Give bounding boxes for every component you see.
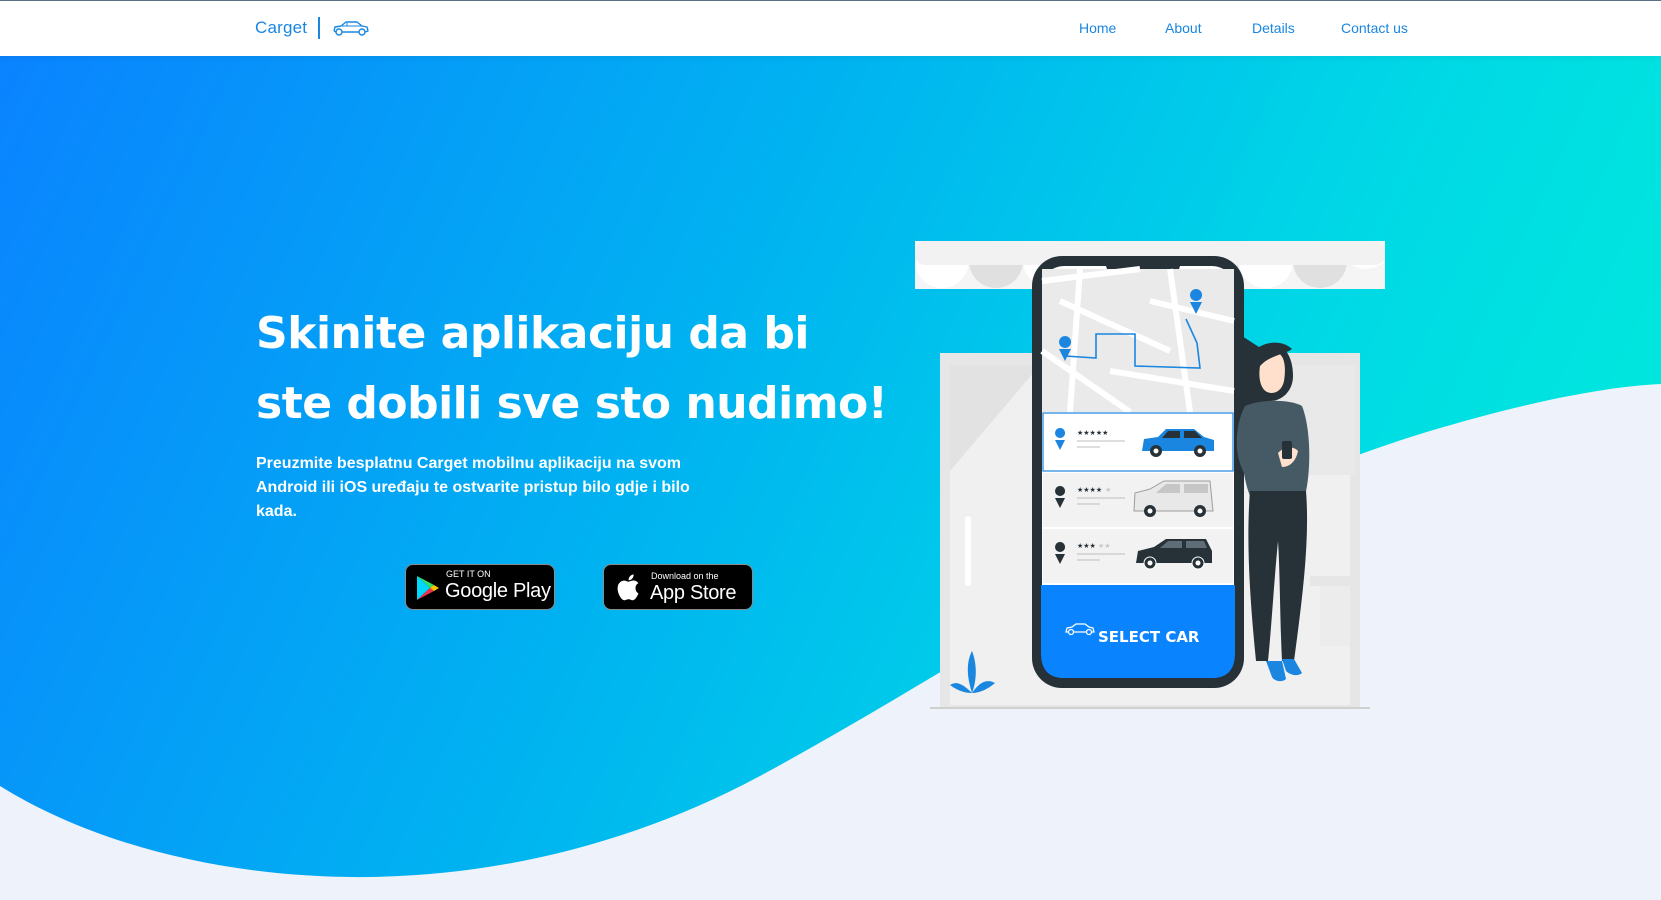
nav-details-link[interactable]: Details: [1252, 20, 1295, 36]
apple-icon: [617, 574, 639, 601]
hero-headline: Skinite aplikaciju da bi ste dobili sve …: [256, 308, 888, 429]
google-play-big-text: Google Play: [445, 580, 551, 602]
brand-logo[interactable]: Carget: [255, 17, 370, 39]
svg-text:★★★: ★★★: [1077, 542, 1096, 550]
google-play-button[interactable]: GET IT ON Google Play: [405, 564, 555, 610]
top-navbar: Carget Home About Details Contact us: [0, 0, 1661, 56]
phone-illustration: ★★★★★ ★★★★ ★ ★★★ ★★: [1032, 256, 1244, 688]
nav-home-link[interactable]: Home: [1079, 20, 1116, 36]
svg-text:★★★★: ★★★★: [1077, 486, 1102, 494]
svg-text:★★★★★: ★★★★★: [1077, 429, 1108, 437]
app-store-small-text: Download on the: [651, 571, 719, 581]
select-car-label: SELECT CAR: [1098, 628, 1200, 646]
nav-links: Home About Details Contact us: [1000, 1, 1420, 57]
google-play-small-text: GET IT ON: [446, 569, 491, 579]
car-app-illustration: ★★★★★ ★★★★ ★ ★★★ ★★: [915, 241, 1385, 709]
nav-about-link[interactable]: About: [1165, 20, 1202, 36]
nav-contact-link[interactable]: Contact us: [1341, 20, 1408, 36]
google-play-icon: [417, 576, 439, 600]
hero-subtext: Preuzmite besplatnu Carget mobilnu aplik…: [256, 455, 690, 520]
svg-text:★★: ★★: [1098, 542, 1111, 550]
brand-name: Carget: [255, 18, 308, 37]
app-store-big-text: App Store: [650, 582, 737, 604]
car-outline-icon: [333, 21, 369, 36]
svg-text:★: ★: [1105, 486, 1111, 494]
hero-section: Skinite aplikaciju da bi ste dobili sve …: [0, 56, 1661, 900]
app-store-button[interactable]: Download on the App Store: [603, 564, 753, 610]
hero-wave-shape: [0, 384, 1661, 900]
brand-divider: [318, 17, 321, 39]
